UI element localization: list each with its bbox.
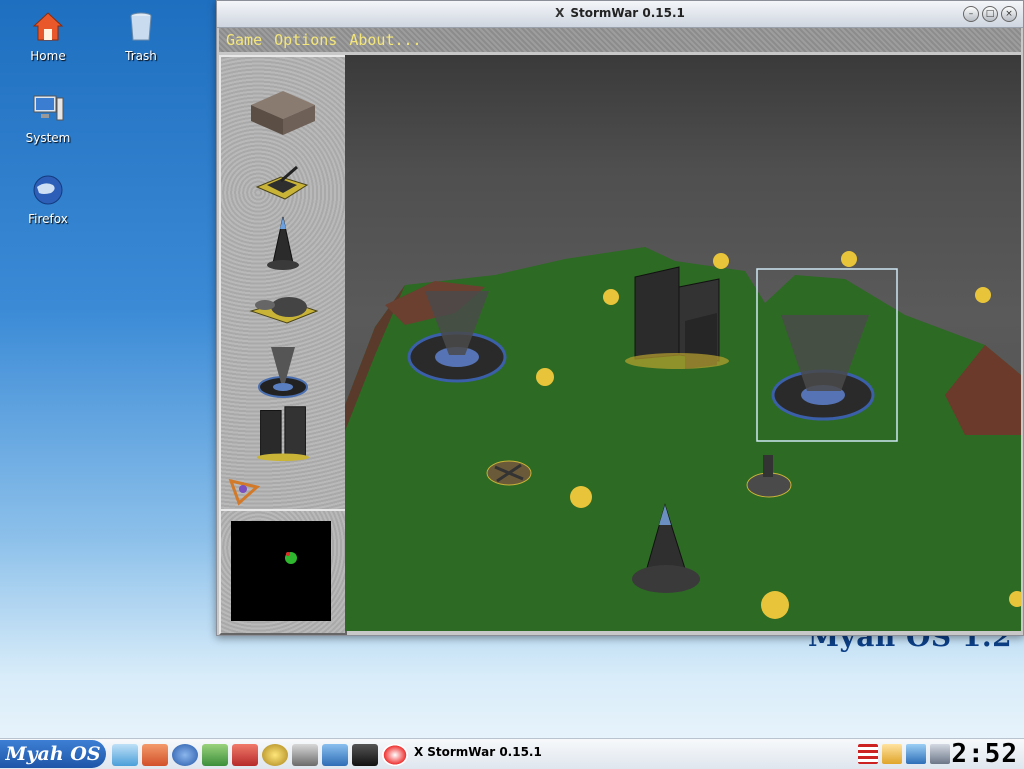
tank-unit-icon[interactable]	[241, 155, 325, 213]
start-button[interactable]: Myah OS	[0, 740, 106, 768]
notes-icon[interactable]	[882, 744, 902, 764]
taskbar-window-stormwar[interactable]: X StormWar 0.15.1	[414, 745, 542, 759]
trash-icon	[130, 12, 152, 41]
desktop-icon-label: Firefox	[28, 212, 68, 226]
help-launcher-icon[interactable]	[382, 744, 408, 766]
menu-game[interactable]: Game	[226, 31, 262, 49]
taskbar: Myah OS X StormWar 0.15.1 2:52	[0, 738, 1024, 769]
network-launcher-icon[interactable]	[202, 744, 228, 766]
window-title: StormWar 0.15.1	[570, 6, 685, 20]
stormwar-window: X StormWar 0.15.1 – □ × Game Options Abou…	[216, 0, 1024, 636]
user-icon[interactable]	[906, 744, 926, 764]
x-logo-icon: X	[555, 6, 565, 20]
desktop-icon-home[interactable]: Home	[13, 10, 83, 63]
terminal-launcher-icon[interactable]	[352, 744, 378, 766]
tower-unit-icon[interactable]	[241, 215, 325, 273]
game-menubar: Game Options About...	[219, 28, 1021, 52]
browser-launcher-icon[interactable]	[172, 744, 198, 766]
cursor-marker-icon[interactable]	[227, 475, 261, 507]
tower-buildings-icon[interactable]	[241, 403, 325, 461]
tower-buildings[interactable]	[625, 266, 729, 369]
game-viewport[interactable]	[345, 55, 1021, 631]
keyboard-layout-icon[interactable]	[858, 744, 878, 764]
desktop-icon-label: System	[25, 131, 71, 145]
storm-generator-icon[interactable]	[241, 343, 325, 401]
minimap-panel	[219, 509, 347, 635]
ground-block-icon[interactable]	[241, 85, 325, 143]
computer-icon	[33, 95, 64, 121]
game-scene	[345, 247, 1021, 631]
volume-icon[interactable]	[930, 744, 950, 764]
desktop-icon-system[interactable]: System	[13, 92, 83, 145]
hovercraft-unit-icon[interactable]	[241, 279, 325, 337]
desktop-icon-label: Home	[30, 49, 66, 63]
desktop-icon-trash[interactable]: Trash	[106, 10, 176, 63]
menu-options[interactable]: Options	[274, 31, 337, 49]
tools-launcher-icon[interactable]	[292, 744, 318, 766]
minimap[interactable]	[231, 521, 331, 621]
minimize-icon[interactable]: –	[963, 6, 979, 22]
unit-palette	[219, 55, 347, 511]
close-icon[interactable]: ×	[1001, 6, 1017, 22]
maximize-icon[interactable]: □	[982, 6, 998, 22]
globe-icon	[33, 175, 63, 205]
clock: 2:52	[951, 739, 1018, 769]
editor-launcher-icon[interactable]	[322, 744, 348, 766]
settings-launcher-icon[interactable]	[112, 744, 138, 766]
minimap-marker	[285, 552, 297, 564]
menu-about[interactable]: About...	[349, 31, 421, 49]
media-launcher-icon[interactable]	[232, 744, 258, 766]
window-titlebar[interactable]: X StormWar 0.15.1 – □ ×	[217, 1, 1023, 28]
home-icon	[32, 12, 64, 41]
disk-launcher-icon[interactable]	[262, 744, 288, 766]
x-logo-icon: X	[414, 745, 424, 759]
hovercraft-unit[interactable]	[486, 460, 532, 486]
desktop-icon-firefox[interactable]: Firefox	[13, 173, 83, 226]
desktop-icon-label: Trash	[125, 49, 157, 63]
home-launcher-icon[interactable]	[142, 744, 168, 766]
